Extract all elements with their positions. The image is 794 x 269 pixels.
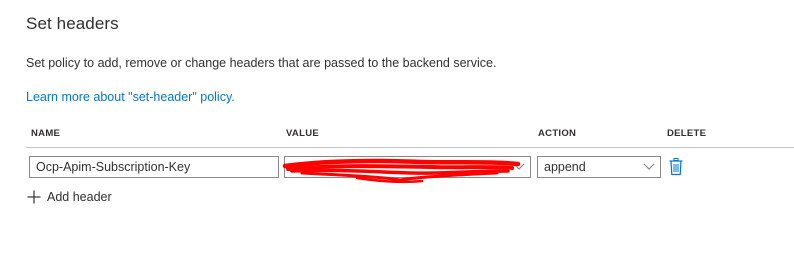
column-header-value: VALUE <box>286 128 319 139</box>
chevron-down-icon <box>643 163 655 170</box>
column-header-delete: DELETE <box>667 128 707 139</box>
column-header-action: ACTION <box>538 128 577 139</box>
header-value-dropdown[interactable] <box>284 156 531 178</box>
add-header-button[interactable]: Add header <box>27 188 112 206</box>
panel-description: Set policy to add, remove or change head… <box>26 56 497 70</box>
header-name-input[interactable] <box>29 156 279 178</box>
header-action-dropdown[interactable]: append <box>537 156 661 178</box>
header-divider <box>26 147 794 148</box>
delete-header-button[interactable] <box>668 157 684 177</box>
trash-icon <box>669 158 683 176</box>
panel-title: Set headers <box>26 14 119 33</box>
chevron-down-icon <box>513 163 525 170</box>
add-header-label: Add header <box>47 190 112 204</box>
learn-more-link[interactable]: Learn more about "set-header" policy. <box>26 90 235 104</box>
plus-icon <box>27 190 41 204</box>
column-header-name: NAME <box>31 128 61 139</box>
action-selected-value: append <box>544 160 586 174</box>
